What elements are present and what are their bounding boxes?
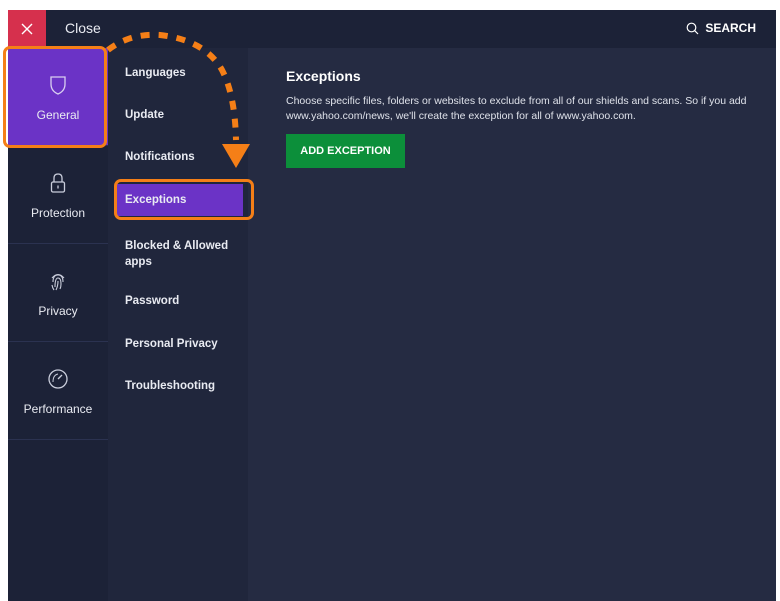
sidebar-item-protection[interactable]: Protection [8, 146, 108, 243]
sidebar-item-general[interactable]: General [8, 48, 108, 145]
subnav-item-troubleshooting[interactable]: Troubleshooting [115, 375, 243, 397]
lock-icon [49, 170, 67, 196]
close-button[interactable] [8, 10, 46, 48]
sidebar-item-label: Privacy [38, 303, 78, 318]
sidebar-item-performance[interactable]: Performance [8, 342, 108, 439]
shield-icon [48, 72, 68, 98]
subnav-item-notifications[interactable]: Notifications [115, 146, 243, 168]
subnav-item-update[interactable]: Update [115, 104, 243, 126]
sidebar-item-label: Protection [30, 205, 86, 220]
page-description: Choose specific files, folders or websit… [286, 95, 747, 122]
settings-window: Close SEARCH General Protection Privacy … [8, 10, 776, 601]
main-sidebar: General Protection Privacy Performance [8, 48, 108, 601]
settings-subnav: Languages Update Notifications Exception… [108, 48, 248, 601]
title-bar: Close SEARCH [8, 10, 776, 48]
subnav-item-exceptions[interactable]: Exceptions [115, 184, 243, 216]
page-title: Exceptions [286, 68, 361, 84]
search-icon [686, 22, 699, 34]
gauge-icon [47, 366, 69, 392]
subnav-item-blocked-allowed-apps[interactable]: Blocked & Allowed apps [115, 232, 243, 276]
divider [8, 439, 108, 440]
close-icon [21, 23, 33, 35]
content-pane: Exceptions Choose specific files, folder… [286, 68, 766, 168]
search-label: SEARCH [705, 21, 756, 35]
sidebar-item-privacy[interactable]: Privacy [8, 244, 108, 341]
close-label[interactable]: Close [65, 20, 101, 36]
sidebar-item-label: General [36, 107, 80, 122]
fingerprint-icon [48, 268, 68, 294]
subnav-item-languages[interactable]: Languages [115, 62, 243, 84]
subnav-item-personal-privacy[interactable]: Personal Privacy [115, 333, 243, 355]
sidebar-item-label: Performance [23, 401, 93, 416]
subnav-item-password[interactable]: Password [115, 290, 243, 312]
add-exception-button[interactable]: ADD EXCEPTION [286, 134, 405, 168]
search-button[interactable]: SEARCH [686, 21, 756, 35]
